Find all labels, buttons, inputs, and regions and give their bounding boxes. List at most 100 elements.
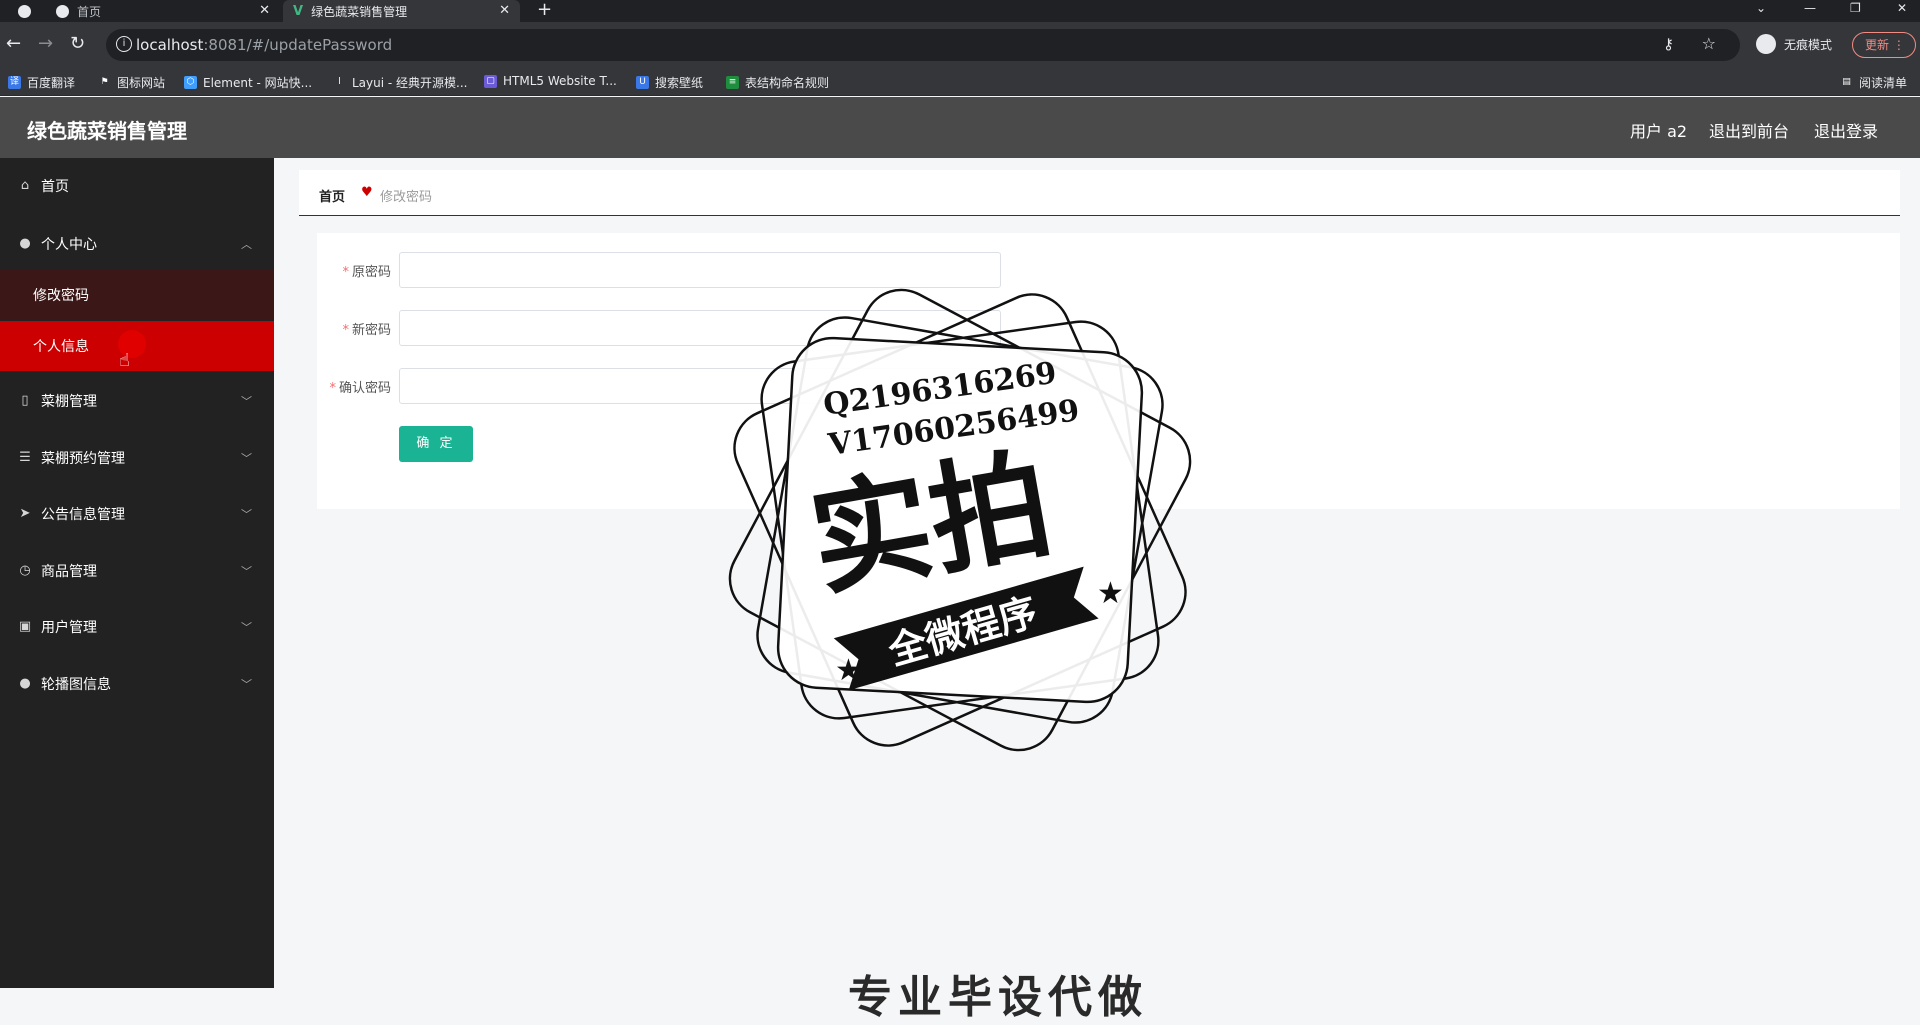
new-password-label: * 新密码: [342, 323, 391, 338]
phone-icon: ▯: [21, 393, 29, 408]
tab-app[interactable]: V 绿色蔬菜销售管理 ✕: [283, 0, 520, 22]
wallpaper-icon: U: [636, 76, 649, 89]
sidebar-subitem-change-password[interactable]: 修改密码: [0, 270, 274, 320]
heart-icon: ♥: [361, 185, 373, 200]
sidebar-item-label: 个人中心: [41, 237, 97, 253]
sidebar-item-label: 菜棚预约管理: [41, 451, 125, 467]
bookmark-item[interactable]: ▢ HTML5 Website T...: [484, 74, 617, 88]
breadcrumb-home[interactable]: 首页: [319, 186, 345, 205]
sidebar-item-notice[interactable]: ➤ 公告信息管理 ﹀: [0, 486, 274, 542]
key-icon[interactable]: ⚷: [1663, 35, 1674, 53]
element-icon: ⬡: [184, 76, 197, 89]
camera-icon: ▣: [18, 619, 32, 634]
bookmark-item[interactable]: l Layui - 经典开源模...: [333, 74, 467, 91]
chevron-down-icon: ﹀: [241, 678, 252, 691]
bookmark-item[interactable]: 译百度翻译: [8, 74, 75, 91]
chevron-down-icon: ﹀: [241, 621, 252, 634]
html5-icon: ▢: [484, 74, 497, 88]
watermark-bottom-text: 专业毕设代做: [848, 972, 1148, 1023]
window-close-icon[interactable]: ✕: [1897, 0, 1907, 16]
close-icon[interactable]: ✕: [259, 3, 270, 18]
old-password-input[interactable]: [399, 252, 1001, 288]
star-icon: ★: [1097, 576, 1124, 611]
reload-icon[interactable]: ↻: [70, 34, 85, 54]
user-icon: ●: [19, 236, 31, 251]
tab-search[interactable]: [0, 0, 48, 22]
chevron-down-icon: ﹀: [241, 395, 252, 408]
chevron-down-icon: ﹀: [241, 508, 252, 521]
clock-icon: ◷: [19, 563, 31, 578]
tab-search-chevron-icon[interactable]: ⌄: [1756, 0, 1766, 16]
sidebar-item-personal-center[interactable]: ● 个人中心 ︿: [0, 216, 274, 272]
chevron-down-icon: ﹀: [241, 452, 252, 465]
sidebar-item-label: 个人信息: [33, 339, 89, 355]
sidebar-item-label: 轮播图信息: [41, 677, 111, 693]
chevron-down-icon: ﹀: [241, 565, 252, 578]
bookmark-item[interactable]: ⚑ 图标网站: [98, 74, 165, 91]
globe-icon: [17, 4, 31, 18]
forward-icon[interactable]: →: [38, 34, 53, 54]
tab-label: 绿色蔬菜销售管理: [311, 4, 408, 19]
update-button[interactable]: 更新 ⋮: [1852, 32, 1916, 58]
sidebar-item-goods[interactable]: ◷ 商品管理 ﹀: [0, 543, 274, 599]
sidebar-item-greenhouse-booking[interactable]: ☰ 菜棚预约管理 ﹀: [0, 430, 274, 486]
sidebar-item-users[interactable]: ▣ 用户管理 ﹀: [0, 599, 274, 655]
current-user: 用户 a2: [1630, 122, 1688, 141]
sidebar-item-label: 公告信息管理: [41, 507, 125, 523]
incognito-indicator[interactable]: 无痕模式: [1756, 34, 1832, 54]
incognito-icon: [1756, 34, 1776, 54]
chevron-up-icon: ︿: [241, 238, 252, 251]
browser-toolbar: ← → ↻ i localhost:8081/#/updatePassword …: [0, 22, 1920, 68]
confirm-password-label: * 确认密码: [329, 381, 391, 396]
submit-button[interactable]: 确 定: [399, 426, 473, 462]
restore-icon[interactable]: ❐: [1850, 0, 1861, 16]
address-bar[interactable]: i localhost:8081/#/updatePassword ⚷ ☆: [106, 29, 1740, 61]
breadcrumb-current: 修改密码: [380, 190, 433, 205]
url-text[interactable]: localhost:8081/#/updatePassword: [136, 36, 392, 54]
tab-home[interactable]: 首页 ✕: [48, 0, 280, 22]
app-title: 绿色蔬菜销售管理: [27, 119, 187, 143]
old-password-label: * 原密码: [342, 265, 391, 280]
back-to-front-link[interactable]: 退出到前台: [1709, 118, 1789, 142]
hand-cursor-icon: ☝: [119, 350, 130, 371]
sidebar-item-label: 首页: [41, 179, 69, 195]
browser-tab-strip: 首页 ✕ V 绿色蔬菜销售管理 ✕ + ⌄ — ❐ ✕: [0, 0, 1920, 22]
breadcrumb: 首页 ♥ 修改密码: [299, 170, 1900, 216]
sidebar-item-label: 用户管理: [41, 620, 97, 636]
bookmark-item[interactable]: U 搜索壁纸: [636, 74, 703, 91]
sidebar-item-greenhouse[interactable]: ▯ 菜棚管理 ﹀: [0, 373, 274, 429]
sidebar-item-label: 菜棚管理: [41, 394, 97, 410]
globe-icon: [56, 4, 69, 18]
bookmark-item[interactable]: ≡ 表结构命名规则: [726, 74, 829, 91]
close-icon[interactable]: ✕: [499, 3, 510, 18]
flag-icon: ⚑: [98, 76, 111, 89]
sliders-icon: ☰: [19, 450, 31, 465]
star-icon: ★: [835, 653, 862, 688]
bookmark-item[interactable]: ⬡ Element - 网站快...: [184, 74, 312, 91]
reading-list-icon: ▤: [1840, 76, 1853, 89]
sheet-icon: ≡: [726, 76, 739, 89]
sidebar-item-label: 修改密码: [33, 288, 89, 304]
translate-icon: 译: [8, 76, 21, 89]
logout-link[interactable]: 退出登录: [1814, 118, 1878, 142]
layui-icon: l: [333, 76, 346, 89]
bookmark-star-icon[interactable]: ☆: [1702, 34, 1716, 53]
bookmarks-bar: 译百度翻译 ⚑ 图标网站 ⬡ Element - 网站快... l Layui - 经…: [0, 68, 1920, 96]
reading-list[interactable]: ▤ 阅读清单: [1840, 74, 1907, 91]
vue-logo-icon: V: [293, 3, 304, 19]
home-icon: ⌂: [20, 178, 30, 193]
sidebar-item-home[interactable]: ⌂ 首页: [0, 158, 274, 214]
watermark-stamp: Q2196316269 V17060256499 实拍 全微程序 ★ ★: [728, 288, 1192, 752]
back-icon[interactable]: ←: [6, 34, 21, 54]
sidebar-item-carousel[interactable]: ● 轮播图信息 ﹀: [0, 656, 274, 712]
person-icon: ●: [19, 676, 31, 691]
sidebar-item-label: 商品管理: [41, 564, 97, 580]
tab-label: 首页: [77, 4, 102, 19]
app-header: 绿色蔬菜销售管理 用户 a2 退出到前台 退出登录: [0, 97, 1920, 158]
new-tab-icon[interactable]: +: [537, 0, 552, 20]
incognito-label: 无痕模式: [1784, 37, 1833, 52]
send-icon: ➤: [19, 506, 31, 521]
minimize-icon[interactable]: —: [1804, 0, 1816, 16]
site-info-icon[interactable]: i: [116, 36, 132, 52]
sidebar: ⌂ 首页 ● 个人中心 ︿ 修改密码 个人信息 ▯ 菜棚管理 ﹀ ☰ 菜棚预约管…: [0, 158, 274, 988]
